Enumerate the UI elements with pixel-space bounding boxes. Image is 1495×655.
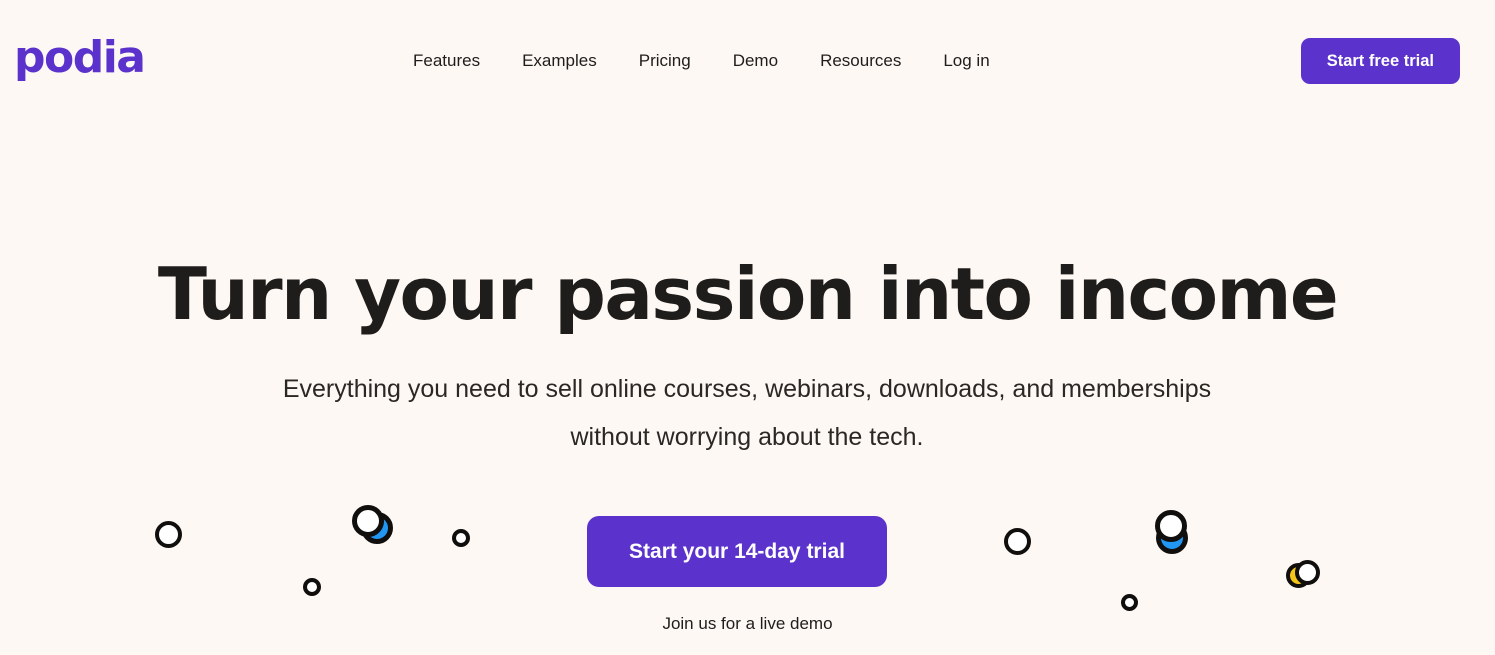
page-title: Turn your passion into income (157, 252, 1339, 336)
podia-landing-page: podia Features Examples Pricing Demo Res… (0, 0, 1495, 655)
start-14-day-trial-button[interactable]: Start your 14-day trial (587, 516, 887, 587)
hero-section: Turn your passion into income Everything… (0, 0, 1495, 655)
hero-subheadline: Everything you need to sell online cours… (282, 375, 1212, 451)
live-demo-link[interactable]: Join us for a live demo (0, 612, 1495, 636)
